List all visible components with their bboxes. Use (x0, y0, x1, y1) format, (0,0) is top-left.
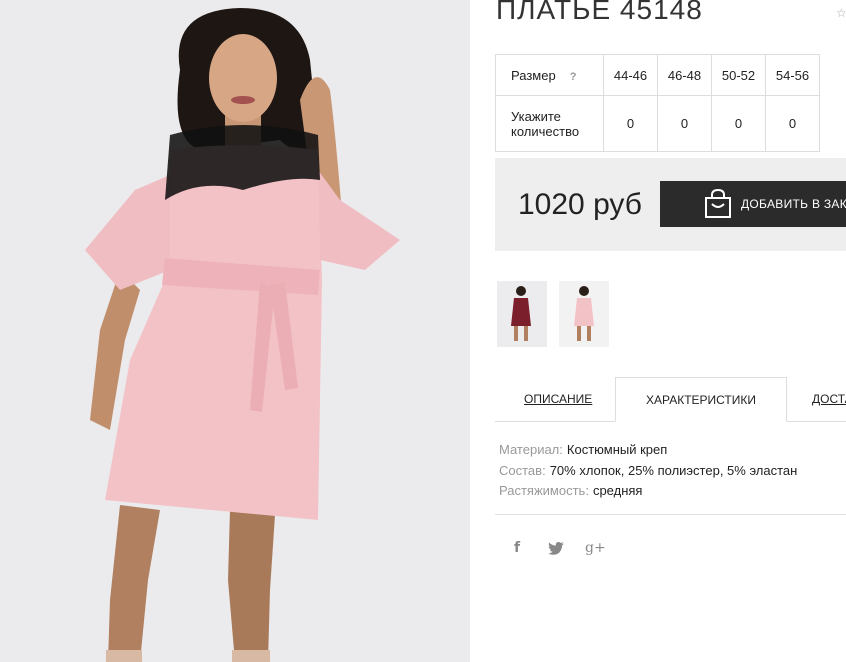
twitter-icon[interactable] (548, 542, 564, 558)
property-row: Состав: 70% хлопок, 25% полиэстер, 5% эла… (499, 461, 797, 482)
tab-characteristics[interactable]: ХАРАКТЕРИСТИКИ (615, 377, 788, 422)
quantity-input[interactable]: 0 (603, 95, 658, 152)
characteristics-list: Материал: Костюмный креп Состав: 70% хлопо… (499, 440, 797, 502)
dress-left-sleeve (85, 175, 170, 290)
property-key: Растяжимость: (499, 483, 589, 498)
quantity-row: Укажите количество 0 0 0 0 (495, 95, 820, 152)
size-header-cell: Размер? (495, 54, 604, 96)
product-tabs: ОПИСАНИЕ ХАРАКТЕРИСТИКИ ДОСТАВКА (495, 377, 846, 422)
favorite-star-icon[interactable]: ☆ (836, 6, 846, 20)
twitter-bird-shape (548, 542, 564, 555)
quantity-input[interactable]: 0 (765, 95, 820, 152)
size-quantity-table: Размер? 44-46 46-48 50-52 54-56 Укажите … (495, 54, 820, 152)
quantity-input[interactable]: 0 (657, 95, 712, 152)
size-option: 54-56 (765, 54, 820, 96)
thumb-pink-dress[interactable] (559, 281, 609, 347)
property-value: Костюмный креп (566, 442, 668, 457)
add-to-cart-label: ДОБАВИТЬ В ЗАКАЗ (741, 197, 846, 211)
size-option: 50-52 (711, 54, 766, 96)
quantity-input[interactable]: 0 (711, 95, 766, 152)
model-illustration (85, 8, 400, 662)
add-to-cart-button[interactable]: ДОБАВИТЬ В ЗАКАЗ (660, 181, 846, 227)
model-right-leg (228, 510, 275, 662)
property-key: Состав: (499, 462, 546, 478)
property-row: Растяжимость: средняя (499, 481, 797, 502)
price-box: 1020 руб ДОБАВИТЬ В ЗАКАЗ (495, 158, 846, 251)
thumb-burgundy-dress[interactable] (497, 281, 547, 347)
size-option: 46-48 (657, 54, 712, 96)
facebook-icon[interactable]: f (514, 540, 520, 556)
thumb-burgundy-image (511, 286, 531, 341)
product-price: 1020 руб (518, 188, 642, 221)
thumb-pink-image (574, 286, 594, 341)
size-label: Размер (511, 67, 556, 83)
property-value: 70% хлопок, 25% полиэстер, 5% эластан (549, 462, 798, 478)
quantity-label: Укажите количество (495, 95, 604, 152)
google-plus-icon[interactable]: g+ (585, 540, 606, 556)
product-main-photo[interactable] (0, 0, 470, 662)
size-row: Размер? 44-46 46-48 50-52 54-56 (495, 54, 820, 96)
divider (495, 514, 846, 515)
property-row: Материал: Костюмный креп (499, 440, 797, 461)
tab-delivery[interactable]: ДОСТАВКА (812, 377, 846, 421)
shopping-bag-icon (705, 189, 731, 218)
property-key: Материал: (499, 442, 563, 457)
model-face (209, 34, 277, 122)
tab-description[interactable]: ОПИСАНИЕ (524, 377, 592, 421)
quantity-label-line2: количество (511, 123, 580, 139)
property-value: средняя (592, 483, 643, 498)
product-title: ПЛАТЬЕ 45148 (496, 0, 703, 25)
size-help-icon[interactable]: ? (570, 71, 577, 83)
size-option: 44-46 (603, 54, 658, 96)
quantity-label-line1: Укажите (511, 108, 561, 124)
model-left-leg (108, 505, 160, 662)
